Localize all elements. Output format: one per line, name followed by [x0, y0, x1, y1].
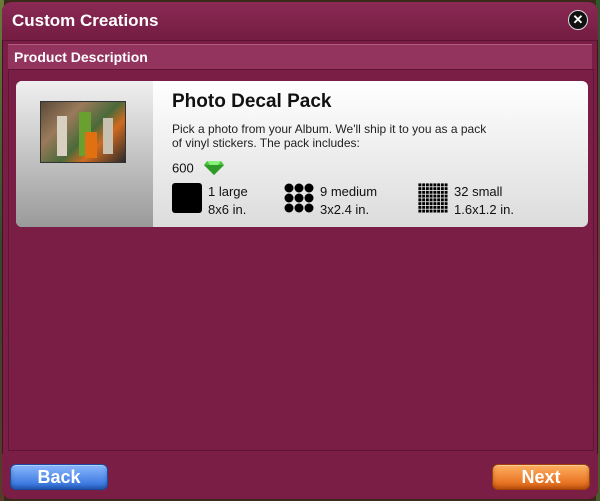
- product-card[interactable]: Photo Decal Pack Pick a photo from your …: [16, 81, 588, 227]
- close-button[interactable]: ✕: [568, 10, 588, 30]
- size-dimensions: 3x2.4 in.: [320, 202, 370, 217]
- product-title: Photo Decal Pack: [172, 91, 332, 112]
- size-dimensions: 8x6 in.: [208, 202, 247, 217]
- product-description: Pick a photo from your Album. We'll ship…: [172, 122, 487, 150]
- dialog-title: Custom Creations: [12, 11, 159, 30]
- bottom-bar: Back Next: [2, 454, 598, 499]
- size-count-label: 32 small: [454, 184, 503, 199]
- green-gem-icon: [204, 160, 225, 175]
- large-square-icon: [172, 183, 202, 213]
- back-button[interactable]: Back: [10, 464, 108, 490]
- price-value: 600: [172, 160, 194, 176]
- price-row: 600: [172, 159, 225, 177]
- product-info: Photo Decal Pack Pick a photo from your …: [162, 81, 582, 227]
- title-bar: Custom Creations ✕: [2, 2, 598, 41]
- custom-creations-dialog: Custom Creations ✕ Product Description P…: [2, 2, 598, 499]
- close-icon: ✕: [572, 12, 584, 27]
- section-title: Product Description: [14, 49, 148, 65]
- size-count-label: 1 large: [208, 184, 248, 199]
- size-count-label: 9 medium: [320, 184, 378, 199]
- next-button[interactable]: Next: [492, 464, 590, 490]
- medium-grid-icon: [284, 183, 314, 213]
- product-thumbnail: [40, 101, 126, 163]
- thumbnail-area: [16, 81, 153, 227]
- size-dimensions: 1.6x1.2 in.: [454, 202, 514, 217]
- product-panel: Photo Decal Pack Pick a photo from your …: [8, 69, 594, 451]
- small-grid-icon: [418, 183, 448, 213]
- section-header: Product Description: [8, 44, 592, 70]
